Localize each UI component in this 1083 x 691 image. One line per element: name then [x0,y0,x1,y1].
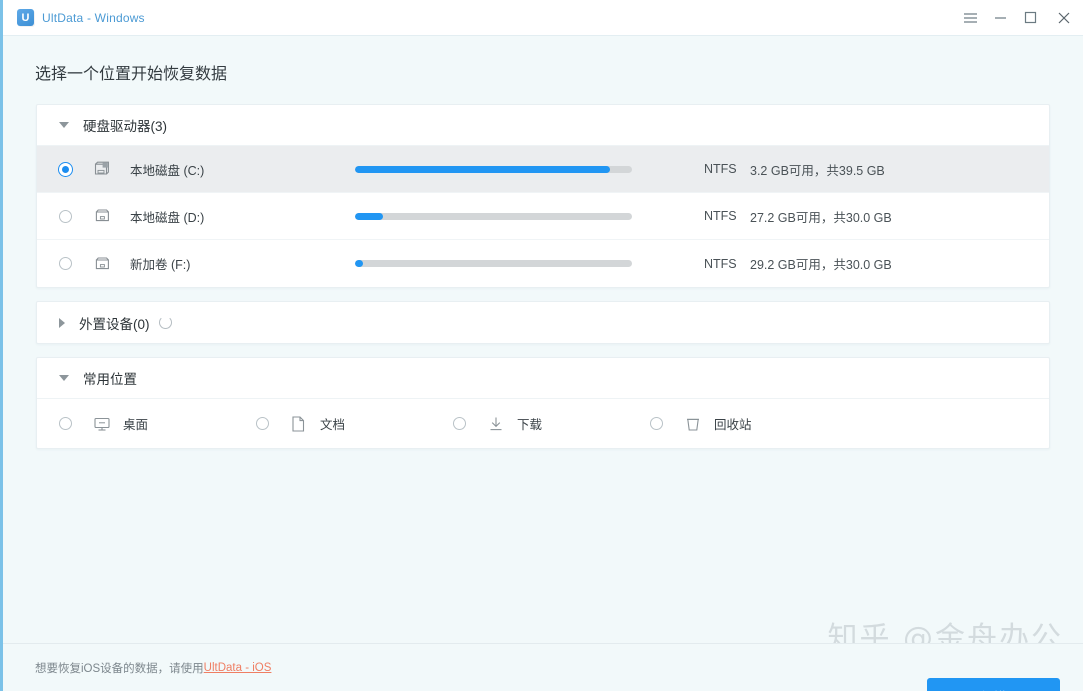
ultdata-ios-link[interactable]: UltData - iOS [204,662,272,674]
hard-drives-card: 硬盘驱动器(3) 本地磁盘 (C:) NTFS 3.2 GB可用，共39.5 G… [36,104,1050,288]
chevron-down-icon [59,375,69,381]
radio-selected-icon [58,162,72,176]
location-radio-documents[interactable] [234,417,290,430]
drive-usage-fill [355,165,610,173]
drive-icon [93,207,121,225]
section-header-external-devices[interactable]: 外置设备(0) [37,302,1049,343]
drive-usage-fill [355,212,383,220]
refresh-spinner-icon [158,316,172,329]
title-bar: U UltData - Windows [3,0,1083,36]
windows-drive-icon [93,160,121,178]
drive-usage-bar [355,212,632,220]
minimize-icon[interactable] [985,0,1015,36]
section-title-hard-drives: 硬盘驱动器(3) [83,119,167,134]
scan-button[interactable]: 扫描 [927,678,1060,691]
drive-size: 27.2 GB可用，共30.0 GB [750,210,892,225]
table-row[interactable]: 本地磁盘 (C:) NTFS 3.2 GB可用，共39.5 GB [37,146,1049,193]
location-label: 下载 [517,418,543,432]
location-label: 文档 [320,418,346,432]
page-title: 选择一个位置开始恢复数据 [35,66,228,83]
location-radio-recycle-bin[interactable] [628,417,684,430]
location-label: 桌面 [123,418,149,432]
footer-note: 想要恢复iOS设备的数据，请使用 [35,662,204,675]
download-icon [487,415,507,433]
section-header-common-locations[interactable]: 常用位置 [37,358,1049,399]
chevron-right-icon [59,317,65,328]
close-icon[interactable] [1045,0,1083,36]
section-title-external-devices: 外置设备(0) [79,316,150,332]
drive-radio-d[interactable] [37,209,93,223]
location-label: 回收站 [714,418,752,432]
drive-usage-fill [355,260,364,267]
main-content: 硬盘驱动器(3) 本地磁盘 (C:) NTFS 3.2 GB可用，共39.5 G… [3,104,1083,643]
drive-icon [93,255,121,273]
common-locations-row: 桌面 文档 下载 回收站 [37,399,1049,448]
table-row[interactable]: 新加卷 (F:) NTFS 29.2 GB可用，共30.0 GB [37,240,1049,287]
list-item[interactable]: 下载 [431,414,628,433]
list-item[interactable]: 回收站 [628,414,825,433]
list-item[interactable]: 桌面 [37,414,234,433]
location-radio-downloads[interactable] [431,417,487,430]
location-radio-desktop[interactable] [37,417,93,430]
drive-name: 新加卷 (F:) [130,258,191,272]
table-row[interactable]: 本地磁盘 (D:) NTFS 27.2 GB可用，共30.0 GB [37,193,1049,240]
section-header-hard-drives[interactable]: 硬盘驱动器(3) [37,105,1049,146]
radio-icon [649,417,663,430]
common-locations-card: 常用位置 桌面 文档 下载 回收站 [36,357,1050,449]
window-controls [955,0,1083,35]
app-logo-icon: U [17,9,34,26]
drive-filesystem: NTFS [704,162,737,176]
chevron-down-icon [59,122,69,128]
desktop-icon [93,416,113,432]
list-item[interactable]: 文档 [234,414,431,433]
drive-name: 本地磁盘 (C:) [130,163,205,178]
footer-bar: 想要恢复iOS设备的数据，请使用UltData - iOS 扫描 [3,643,1083,691]
menu-icon[interactable] [955,0,985,36]
recycle-bin-icon [684,415,704,433]
drive-radio-f[interactable] [37,257,93,270]
maximize-icon[interactable] [1015,0,1045,36]
drive-filesystem: NTFS [704,209,737,223]
radio-icon [58,257,72,270]
drive-filesystem: NTFS [704,256,737,271]
drive-size: 3.2 GB可用，共39.5 GB [750,163,885,178]
section-title-common-locations: 常用位置 [83,372,137,387]
drive-name: 本地磁盘 (D:) [130,210,205,225]
radio-icon [452,417,466,430]
drive-size: 29.2 GB可用，共30.0 GB [750,258,892,272]
radio-icon [58,417,72,430]
app-window: U UltData - Windows 选择一个位置开始恢复数据 硬盘驱动器(3… [0,0,1083,691]
radio-icon [255,417,269,430]
window-title: UltData - Windows [42,10,145,25]
radio-icon [58,209,72,223]
drive-usage-bar [355,260,632,267]
drive-usage-bar [355,165,632,173]
drive-radio-c[interactable] [37,162,93,176]
document-icon [290,415,310,433]
external-devices-card: 外置设备(0) [36,301,1050,344]
